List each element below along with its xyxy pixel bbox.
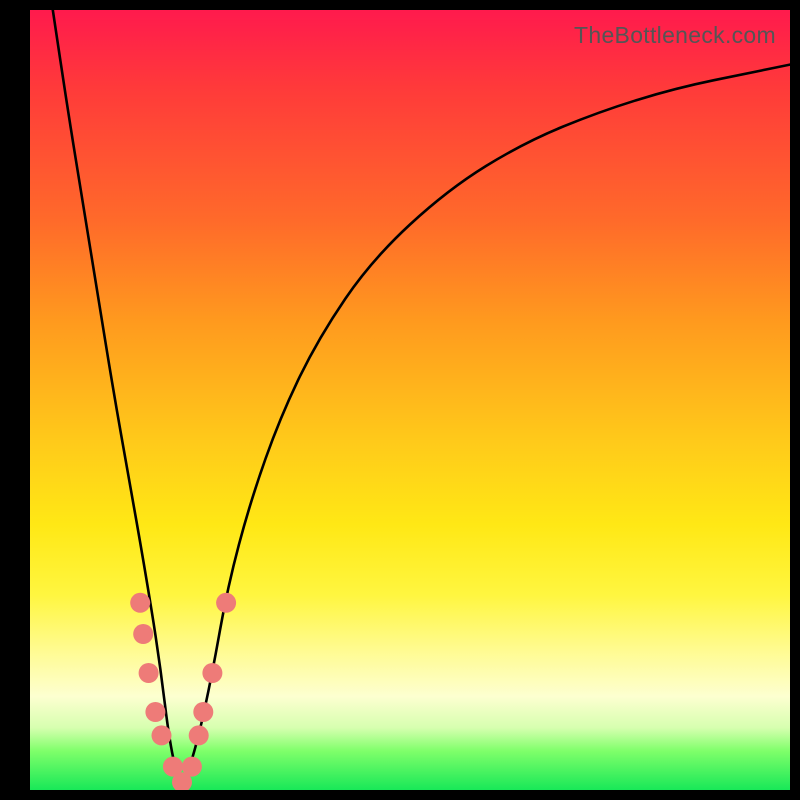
curve-marker (130, 593, 150, 613)
curve-marker (139, 663, 159, 683)
bottleneck-curve-svg (30, 10, 790, 790)
curve-marker (189, 725, 209, 745)
chart-frame: TheBottleneck.com (0, 0, 800, 800)
curve-marker (152, 725, 172, 745)
plot-area: TheBottleneck.com (30, 10, 790, 790)
curve-marker (193, 702, 213, 722)
curve-marker (133, 624, 153, 644)
watermark-text: TheBottleneck.com (574, 22, 776, 49)
curve-marker (182, 757, 202, 777)
bottleneck-curve-path (53, 10, 790, 779)
curve-marker (216, 593, 236, 613)
curve-path-group (53, 10, 790, 779)
curve-marker (202, 663, 222, 683)
curve-marker (145, 702, 165, 722)
